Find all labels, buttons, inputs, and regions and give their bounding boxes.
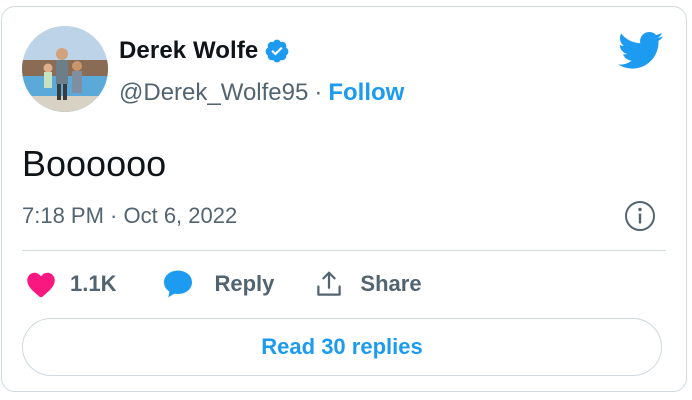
info-icon[interactable] (624, 200, 656, 232)
separator-dot: · (314, 79, 323, 106)
share-button[interactable]: Share (314, 269, 422, 299)
tweet-actions: 1.1K Reply Share (26, 269, 422, 299)
like-button[interactable]: 1.1K (26, 270, 116, 298)
twitter-bird-icon[interactable] (618, 31, 664, 71)
author-handle-row: @Derek_Wolfe95 · Follow (119, 79, 404, 107)
heart-icon (26, 270, 56, 298)
share-label: Share (360, 271, 422, 296)
divider (22, 250, 666, 251)
reply-button[interactable]: Reply (162, 269, 274, 299)
author-name[interactable]: Derek Wolfe (119, 37, 258, 65)
author-handle[interactable]: @Derek_Wolfe95 (119, 79, 308, 107)
read-replies-button[interactable]: Read 30 replies (22, 318, 662, 376)
tweet-text: Boooooo (22, 143, 167, 184)
verified-badge-icon (264, 38, 290, 64)
read-replies-label: Read 30 replies (261, 334, 423, 359)
tweet-timestamp[interactable]: 7:18 PM · Oct 6, 2022 (22, 203, 237, 229)
speech-bubble-icon (162, 269, 194, 299)
share-upload-icon (314, 269, 344, 299)
like-count: 1.1K (70, 271, 117, 296)
reply-label: Reply (214, 271, 275, 296)
follow-button[interactable]: Follow (328, 79, 404, 107)
author-name-row: Derek Wolfe (119, 37, 290, 65)
avatar[interactable] (22, 26, 108, 112)
tweet-embed-card: Derek Wolfe @Derek_Wolfe95 · Follow Booo… (1, 6, 687, 392)
